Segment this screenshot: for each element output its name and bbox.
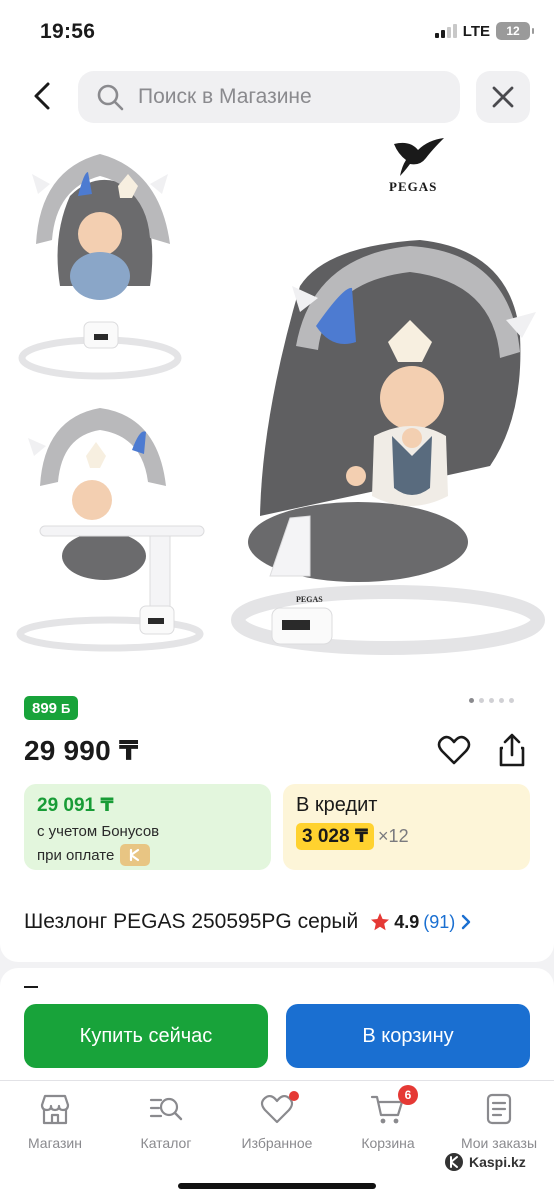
page-dot xyxy=(499,698,504,703)
swing-chair-front-view xyxy=(18,154,182,380)
favorites-icon-wrap xyxy=(259,1091,299,1127)
bonus-note: с учетом Бонусов xyxy=(37,823,160,840)
signal-icon xyxy=(434,24,457,38)
battery-level: 12 xyxy=(506,24,520,38)
bonus-unit: Б xyxy=(61,700,71,716)
add-to-cart-button[interactable]: В корзину xyxy=(286,1004,530,1068)
orders-icon xyxy=(486,1093,512,1125)
bonus-note-payment: при оплате xyxy=(37,844,271,866)
credit-label: В кредит xyxy=(296,794,378,816)
top-bar: Поиск в Магазине xyxy=(0,62,554,136)
nav-item-favorites[interactable]: Избранное xyxy=(222,1091,332,1151)
bonus-price-box: 29 091 ₸ с учетом Бонусов при оплате xyxy=(24,784,271,870)
nav-label-orders: Мои заказы xyxy=(460,1135,538,1151)
status-time: 19:56 xyxy=(40,20,96,43)
product-photo: PEGAS PEGAS xyxy=(16,138,545,655)
product-price: 29 990 ₸ xyxy=(24,735,139,766)
heart-icon xyxy=(437,735,471,765)
swing-chair-with-tray-view xyxy=(16,408,205,652)
nav-item-catalog[interactable]: Каталог xyxy=(111,1091,221,1151)
close-icon xyxy=(492,86,514,108)
nav-item-cart[interactable]: 6 Корзина xyxy=(333,1085,443,1151)
notification-dot xyxy=(289,1091,299,1101)
battery-icon: 12 xyxy=(496,22,534,40)
credit-term: ×12 xyxy=(378,826,409,846)
nav-label-cart: Корзина xyxy=(361,1135,415,1151)
favorite-button[interactable] xyxy=(436,732,472,768)
swing-chair-main-view: PEGAS xyxy=(231,240,545,655)
shop-icon xyxy=(40,1094,70,1125)
product-image-gallery[interactable]: PEGAS PEGAS xyxy=(0,136,554,680)
close-button[interactable] xyxy=(476,71,530,123)
home-indicator[interactable] xyxy=(178,1183,376,1189)
product-title: Шезлонг PEGAS 250595PG серый xyxy=(24,910,359,933)
share-icon xyxy=(499,733,525,767)
star-icon xyxy=(371,913,390,931)
product-page: 19:56 LTE 12 Поиск в Магазине PEGAS PEGA… xyxy=(0,0,554,1200)
product-title-row: Шезлонг PEGAS 250595PG серый 4.9 (91) xyxy=(24,906,530,938)
search-input[interactable]: Поиск в Магазине xyxy=(78,71,460,123)
chevron-left-icon xyxy=(34,82,50,110)
rating-link[interactable]: 4.9 (91) xyxy=(370,912,473,933)
status-indicators: LTE 12 xyxy=(434,22,534,40)
bonus-points-badge: 899 Б xyxy=(24,696,79,720)
kaspi-watermark: Kaspi.kz xyxy=(444,1152,526,1172)
kaspi-pay-icon xyxy=(120,844,151,866)
page-dot xyxy=(479,698,484,703)
page-dot xyxy=(469,698,474,703)
rating-value: 4.9 xyxy=(394,911,420,932)
product-info-card: 899 Б 29 990 ₸ 29 091 ₸ с учетом Бонусов… xyxy=(0,680,554,962)
page-dot xyxy=(489,698,494,703)
watermark-text: Kaspi.kz xyxy=(469,1154,526,1170)
cart-icon-wrap: 6 xyxy=(370,1085,418,1127)
credit-offer-box[interactable]: В кредит 3 028 ₸ ×12 xyxy=(283,784,530,870)
search-placeholder: Поиск в Магазине xyxy=(138,85,312,108)
gallery-pagination xyxy=(469,698,514,703)
chevron-right-icon xyxy=(462,914,471,930)
network-type: LTE xyxy=(462,22,490,40)
nav-item-shop[interactable]: Магазин xyxy=(0,1091,110,1151)
back-button[interactable] xyxy=(22,76,62,116)
section-marker xyxy=(24,986,38,988)
nav-label-catalog: Каталог xyxy=(140,1135,192,1151)
catalog-search-icon xyxy=(149,1097,183,1121)
credit-terms: 3 028 ₸ ×12 xyxy=(296,823,530,850)
share-button[interactable] xyxy=(494,732,530,768)
status-bar: 19:56 LTE 12 xyxy=(0,0,554,62)
bonus-points: 899 xyxy=(32,699,58,717)
kaspi-logo-icon xyxy=(445,1153,463,1171)
credit-monthly-payment: 3 028 ₸ xyxy=(296,823,375,850)
brand-text: PEGAS xyxy=(389,179,437,194)
cart-count-badge: 6 xyxy=(398,1085,418,1105)
review-count: (91) xyxy=(423,911,456,932)
pegas-logo: PEGAS xyxy=(389,138,444,194)
bottom-navigation: Магазин Каталог Избранное 6 Корзина Мои … xyxy=(0,1080,554,1200)
nav-item-orders[interactable]: Мои заказы xyxy=(444,1091,554,1151)
search-icon xyxy=(97,84,124,111)
nav-label-favorites: Избранное xyxy=(241,1135,313,1151)
page-dot xyxy=(509,698,514,703)
bonus-price: 29 091 ₸ xyxy=(37,795,114,816)
buy-now-button[interactable]: Купить сейчас xyxy=(24,1004,268,1068)
nav-label-shop: Магазин xyxy=(27,1135,82,1151)
bonus-note-2: при оплате xyxy=(37,846,115,864)
chair-brand-text: PEGAS xyxy=(296,595,323,604)
